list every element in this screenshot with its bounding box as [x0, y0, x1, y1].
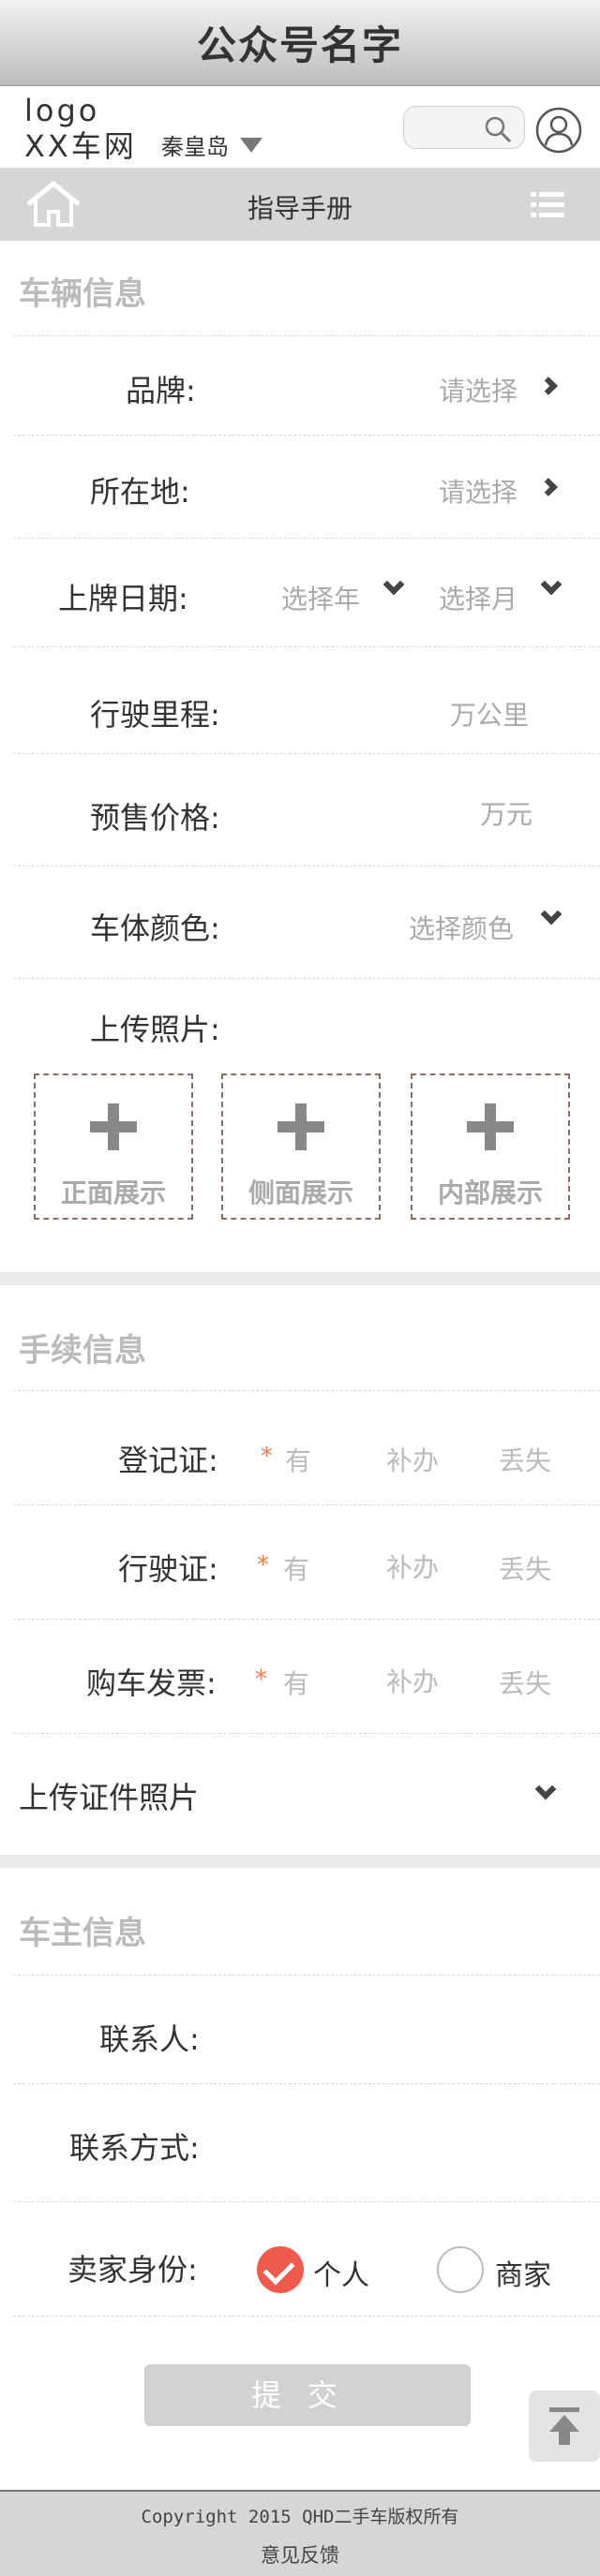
plus-icon — [278, 1103, 324, 1150]
mileage-label: 行驶里程: — [90, 697, 220, 733]
search-input[interactable] — [403, 106, 525, 149]
nav-title: 指导手册 — [247, 193, 352, 224]
registration-cert-label: 登记证: — [118, 1443, 218, 1478]
site-name: XX车网 — [24, 128, 137, 164]
contact-label: 联系人: — [99, 2021, 200, 2057]
option-have[interactable]: 有 — [285, 1441, 311, 1478]
phone-input[interactable] — [253, 2110, 572, 2175]
chevron-right-icon — [539, 377, 558, 395]
footer: Copyright 2015 QHD二手车版权所有 意见反馈 — [0, 2490, 600, 2576]
menu-icon[interactable] — [531, 192, 564, 218]
city-label: 秦皇岛 — [161, 134, 229, 160]
arrow-up-icon — [549, 2407, 579, 2445]
contact-input[interactable] — [253, 2001, 572, 2066]
user-icon[interactable] — [534, 106, 583, 155]
chevron-down-icon — [540, 903, 562, 925]
copyright-text: Copyright 2015 QHD二手车版权所有 — [141, 2507, 459, 2527]
radio-dealer[interactable] — [437, 2246, 484, 2293]
price-label: 预售价格: — [90, 800, 220, 836]
upload-front-photo[interactable]: 正面展示 — [34, 1073, 193, 1220]
section-title-vehicle: 车辆信息 — [19, 275, 146, 313]
mileage-input[interactable]: 万公里 — [450, 695, 529, 733]
chevron-down-icon — [382, 573, 405, 596]
plus-icon — [90, 1103, 137, 1150]
required-star: * — [255, 1666, 267, 1694]
divider — [13, 2201, 600, 2202]
city-selector[interactable]: 秦皇岛 — [161, 128, 262, 161]
divider — [13, 1733, 600, 1734]
plus-icon — [467, 1103, 514, 1150]
search-icon[interactable] — [483, 114, 513, 144]
option-lost[interactable]: 丢失 — [499, 1664, 551, 1701]
divider — [13, 435, 600, 436]
feedback-link[interactable]: 意见反馈 — [0, 2540, 600, 2569]
back-to-top-button[interactable] — [529, 2391, 600, 2462]
section-divider — [0, 1272, 600, 1285]
brand-label: 品牌: — [126, 373, 196, 408]
upload-side-photo[interactable]: 侧面展示 — [221, 1073, 381, 1220]
option-lost[interactable]: 丢失 — [499, 1441, 551, 1478]
price-input[interactable]: 万元 — [480, 794, 532, 832]
chevron-down-icon — [534, 1778, 557, 1800]
color-hint: 选择颜色 — [409, 913, 515, 944]
reg-year-hint: 选择年 — [281, 584, 361, 614]
driving-license-label: 行驶证: — [118, 1551, 218, 1587]
logo-text: logo — [24, 93, 100, 128]
required-star: * — [261, 1443, 273, 1471]
option-reissue[interactable]: 补办 — [386, 1441, 439, 1478]
color-label: 车体颜色: — [90, 910, 220, 946]
caret-down-icon — [240, 137, 262, 153]
divider — [13, 1619, 600, 1620]
radio-personal-label[interactable]: 个人 — [313, 2252, 369, 2293]
radio-personal[interactable] — [257, 2246, 304, 2293]
divider — [13, 335, 600, 336]
identity-label: 卖家身份: — [68, 2252, 198, 2287]
radio-dealer-label[interactable]: 商家 — [495, 2252, 551, 2293]
section-title-owner: 车主信息 — [19, 1915, 146, 1952]
divider — [13, 2083, 600, 2084]
option-have[interactable]: 有 — [283, 1664, 309, 1701]
photos-label: 上传照片: — [90, 1012, 220, 1047]
location-hint: 请选择 — [439, 477, 518, 508]
option-have[interactable]: 有 — [283, 1549, 309, 1587]
app-title-bar: 公众号名字 — [0, 0, 600, 86]
option-reissue[interactable]: 补办 — [386, 1547, 439, 1585]
section-title-procedures: 手续信息 — [19, 1332, 146, 1369]
required-star: * — [257, 1551, 269, 1579]
divider — [13, 1390, 600, 1391]
purchase-invoice-label: 购车发票: — [86, 1666, 217, 1701]
divider — [13, 1504, 600, 1505]
app-title: 公众号名字 — [196, 22, 403, 68]
header: logo XX车网 秦皇岛 — [0, 87, 600, 168]
upload-front-label: 正面展示 — [60, 1177, 166, 1208]
logo[interactable]: logo XX车网 — [24, 93, 137, 164]
divider — [13, 1975, 600, 1976]
reg-month-hint: 选择月 — [439, 584, 518, 614]
option-lost[interactable]: 丢失 — [499, 1549, 551, 1587]
upload-side-label: 侧面展示 — [248, 1177, 353, 1208]
submit-button[interactable]: 提交 — [144, 2364, 471, 2426]
phone-label: 联系方式: — [69, 2130, 200, 2166]
divider — [13, 646, 600, 647]
section-divider — [0, 1855, 600, 1868]
location-label: 所在地: — [90, 474, 190, 510]
reg-date-label: 上牌日期: — [58, 581, 188, 616]
chevron-right-icon — [539, 478, 558, 496]
brand-hint: 请选择 — [439, 376, 518, 407]
nav-bar: 指导手册 — [0, 168, 600, 241]
divider — [13, 753, 600, 754]
divider — [13, 2316, 600, 2317]
upload-interior-label: 内部展示 — [437, 1177, 543, 1208]
option-reissue[interactable]: 补办 — [386, 1662, 439, 1699]
divider — [13, 978, 600, 979]
upload-docs-label: 上传证件照片 — [19, 1780, 200, 1815]
upload-interior-photo[interactable]: 内部展示 — [411, 1073, 570, 1220]
divider — [13, 538, 600, 539]
chevron-down-icon — [540, 573, 562, 596]
